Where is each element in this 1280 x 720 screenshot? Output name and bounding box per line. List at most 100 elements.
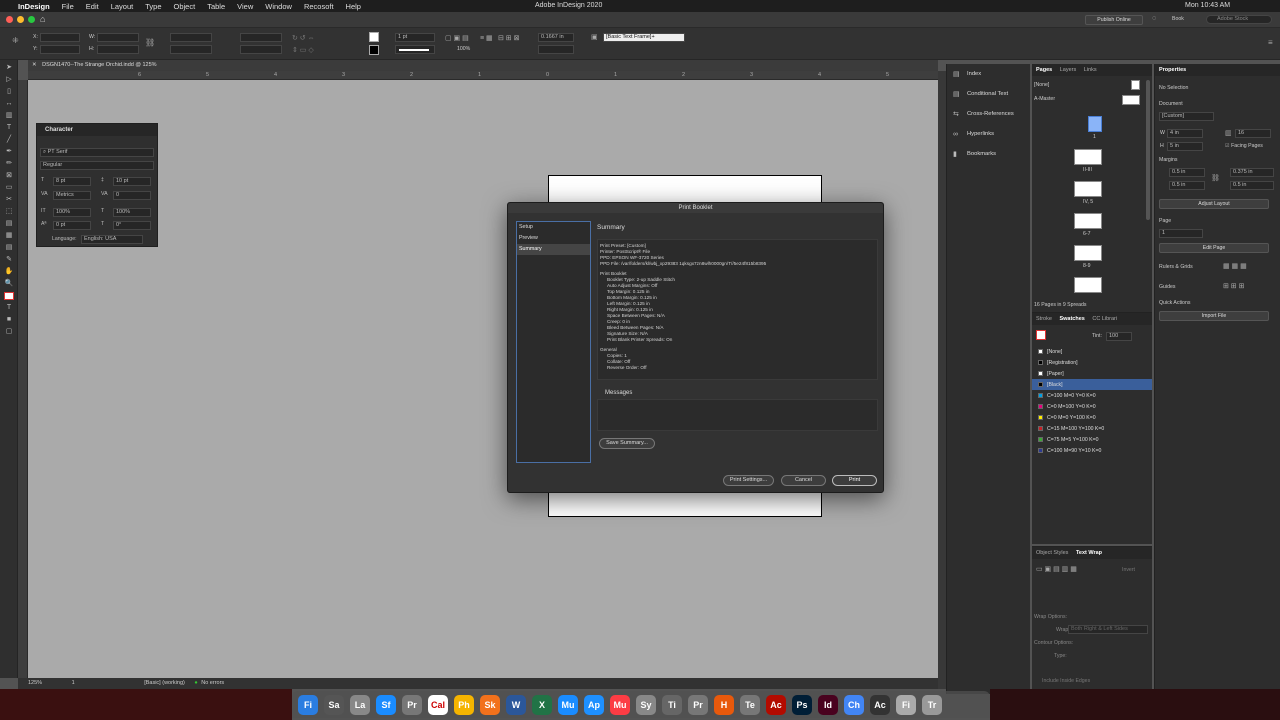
rotation-field[interactable] bbox=[240, 33, 282, 42]
scissors-tool-icon[interactable]: ✂ bbox=[4, 196, 14, 204]
vertical-scrollbar[interactable] bbox=[938, 71, 946, 689]
type-tool-icon[interactable]: T bbox=[4, 124, 14, 132]
dock-app-icon[interactable]: Cal bbox=[428, 694, 448, 715]
tab-pages[interactable]: Pages bbox=[1036, 64, 1052, 76]
tab-properties[interactable]: Properties bbox=[1159, 64, 1186, 76]
import-file-button[interactable]: Import File bbox=[1159, 311, 1269, 321]
tab-stroke[interactable]: Stroke bbox=[1036, 313, 1052, 325]
wrap-mode-icons[interactable]: ▭ ▣ ▤ ▥ ▦ bbox=[1036, 565, 1077, 573]
dock-app-icon[interactable]: Sy bbox=[636, 694, 656, 715]
page-tool-icon[interactable]: ▯ bbox=[4, 88, 14, 96]
gradient-feather-icon[interactable]: ▦ bbox=[4, 232, 14, 240]
menu-layout[interactable]: Layout bbox=[105, 2, 140, 11]
swatch-row[interactable]: [Paper] bbox=[1032, 368, 1152, 379]
dock-app-icon[interactable]: Ps bbox=[792, 694, 812, 715]
preflight-profile[interactable]: [Basic] (working) bbox=[144, 678, 185, 689]
spread-5-thumb[interactable] bbox=[1074, 245, 1102, 261]
zoom-tool-icon[interactable]: 🔍 bbox=[4, 280, 14, 288]
close-window-icon[interactable] bbox=[6, 16, 13, 23]
dock-app-icon[interactable]: X bbox=[532, 694, 552, 715]
align-icons[interactable]: ⊟ ⊞ ⊠ bbox=[498, 34, 520, 42]
menu-help[interactable]: Help bbox=[340, 2, 367, 11]
facing-pages-checkbox[interactable]: ☑ Facing Pages bbox=[1225, 143, 1263, 149]
leading-field[interactable]: 10 pt bbox=[113, 177, 151, 186]
tab-text-wrap[interactable]: Text Wrap bbox=[1076, 547, 1102, 559]
vertical-scale-field[interactable]: 100% bbox=[53, 208, 91, 217]
margin-bottom-field[interactable]: 0.5 in bbox=[1169, 181, 1205, 190]
invert-checkbox[interactable]: Invert bbox=[1122, 567, 1135, 573]
menu-edit[interactable]: Edit bbox=[80, 2, 105, 11]
dock-app-icon[interactable]: Tr bbox=[922, 694, 942, 715]
guides-icons[interactable]: ⊞ ⊞ ⊞ bbox=[1223, 282, 1245, 290]
home-icon[interactable]: ⌂ bbox=[40, 14, 45, 24]
menu-table[interactable]: Table bbox=[201, 2, 231, 11]
menu-object[interactable]: Object bbox=[168, 2, 202, 11]
swatch-row[interactable]: C=75 M=5 Y=100 K=0 bbox=[1032, 434, 1152, 445]
gap-tool-icon[interactable]: ↔ bbox=[4, 100, 14, 108]
constrain-proportions-icon[interactable]: ⛓ bbox=[145, 38, 155, 47]
fill-stroke-icon[interactable] bbox=[4, 292, 14, 300]
minimize-window-icon[interactable] bbox=[17, 16, 24, 23]
menu-file[interactable]: File bbox=[56, 2, 80, 11]
font-style-field[interactable]: Regular bbox=[40, 161, 154, 170]
lightbulb-icon[interactable]: ◌ bbox=[1152, 15, 1156, 22]
app-menu[interactable]: InDesign bbox=[12, 2, 56, 11]
horizontal-ruler[interactable]: 6543210123456 bbox=[28, 71, 957, 80]
none-master-thumb[interactable] bbox=[1131, 80, 1140, 90]
tab-links[interactable]: Links bbox=[1084, 64, 1097, 76]
language-dropdown[interactable]: English: USA bbox=[81, 235, 143, 244]
tab-layers[interactable]: Layers bbox=[1060, 64, 1077, 76]
screen-mode-icon[interactable]: ▢ bbox=[4, 328, 14, 336]
zoom-percent[interactable]: 100% bbox=[457, 46, 470, 52]
page-height-field[interactable]: 5 in bbox=[1167, 142, 1203, 151]
rulers-icons[interactable]: ▦ ▦ ▦ bbox=[1223, 262, 1247, 270]
panel-hyperlinks[interactable]: ∞ Hyperlinks bbox=[947, 124, 1030, 144]
page-1-thumb[interactable] bbox=[1088, 116, 1102, 132]
print-button[interactable]: Print bbox=[832, 475, 877, 486]
margin-link-icon[interactable]: ⛓ bbox=[1211, 174, 1220, 182]
dock-app-icon[interactable]: Pr bbox=[688, 694, 708, 715]
object-style-dropdown[interactable]: [Basic Text Frame]+ bbox=[603, 33, 685, 42]
dock-app-icon[interactable]: La bbox=[350, 694, 370, 715]
dock-app-icon[interactable]: Ph bbox=[454, 694, 474, 715]
nav-setup[interactable]: Setup bbox=[517, 222, 590, 233]
page-navigator[interactable]: 1 bbox=[72, 678, 75, 689]
menu-view[interactable]: View bbox=[231, 2, 259, 11]
dock-app-icon[interactable]: H bbox=[714, 694, 734, 715]
zoom-window-icon[interactable] bbox=[28, 16, 35, 23]
stock-search-input[interactable]: Adobe Stock bbox=[1206, 15, 1272, 24]
a-master-thumb[interactable] bbox=[1122, 95, 1140, 105]
spread-6-thumb[interactable] bbox=[1074, 277, 1102, 293]
skew-field[interactable]: 0° bbox=[113, 221, 151, 230]
preflight-errors[interactable]: No errors bbox=[201, 678, 224, 689]
dock-app-icon[interactable]: Mu bbox=[610, 694, 630, 715]
dock-app-icon[interactable]: Pr bbox=[402, 694, 422, 715]
dock-app-icon[interactable]: Te bbox=[740, 694, 760, 715]
eyedropper-tool-icon[interactable]: ✎ bbox=[4, 256, 14, 264]
page-dropdown[interactable]: 1 bbox=[1159, 229, 1203, 238]
tint-field[interactable]: 100 bbox=[1106, 332, 1132, 341]
workspace-switcher[interactable]: Book bbox=[1172, 16, 1184, 22]
page-width-field[interactable]: 4 in bbox=[1167, 129, 1203, 138]
margin-inside-field[interactable]: 0.375 in bbox=[1230, 168, 1274, 177]
panel-index[interactable]: ▤ Index bbox=[947, 64, 1030, 84]
wrap-icons[interactable]: ≡ ▦ bbox=[480, 34, 493, 42]
scale-y-field[interactable] bbox=[170, 45, 212, 54]
print-settings-button[interactable]: Print Settings... bbox=[723, 475, 774, 486]
dock-app-icon[interactable]: Fi bbox=[896, 694, 916, 715]
spread-3-thumb[interactable] bbox=[1074, 181, 1102, 197]
content-collector-icon[interactable]: ▥ bbox=[4, 112, 14, 120]
dock-app-icon[interactable]: Sk bbox=[480, 694, 500, 715]
nav-summary[interactable]: Summary bbox=[517, 244, 590, 255]
panel-cross-references[interactable]: ⇆ Cross-References bbox=[947, 104, 1030, 124]
zoom-level[interactable]: 125% bbox=[18, 678, 42, 689]
a-master[interactable]: A-Master bbox=[1034, 96, 1055, 102]
dock-app-icon[interactable]: Ti bbox=[662, 694, 682, 715]
free-transform-tool-icon[interactable]: ⬚ bbox=[4, 208, 14, 216]
scale-x-field[interactable] bbox=[170, 33, 212, 42]
adjust-layout-button[interactable]: Adjust Layout bbox=[1159, 199, 1269, 209]
pencil-tool-icon[interactable]: ✏ bbox=[4, 160, 14, 168]
rectangle-tool-icon[interactable]: ▭ bbox=[4, 184, 14, 192]
pages-count-field[interactable]: 16 bbox=[1235, 129, 1271, 138]
panel-menu-icon[interactable]: ≡ bbox=[1268, 38, 1273, 47]
